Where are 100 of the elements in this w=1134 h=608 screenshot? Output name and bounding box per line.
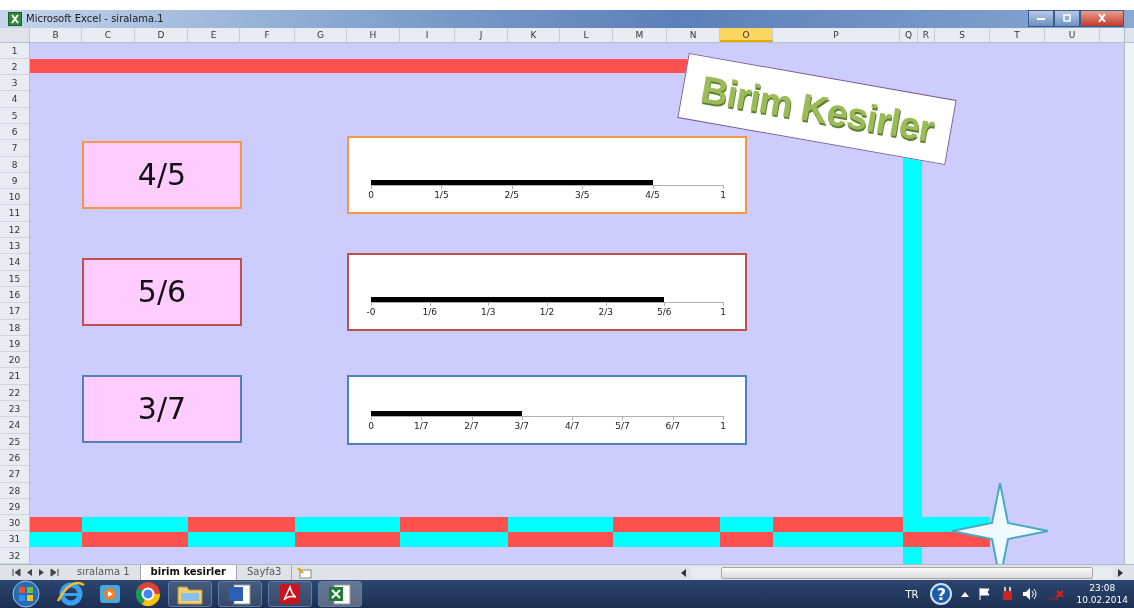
sign-title: Birim Kesirler <box>697 66 937 151</box>
tick-label: 1/7 <box>414 420 429 431</box>
tick-label: 4/5 <box>645 189 660 200</box>
restore-icon <box>1062 14 1072 23</box>
spreadsheet-button[interactable] <box>318 581 362 607</box>
row-header[interactable]: 11 <box>0 205 29 222</box>
column-header[interactable]: B <box>30 27 82 42</box>
row-header[interactable]: 18 <box>0 319 29 336</box>
row-header[interactable]: 21 <box>0 368 29 385</box>
row-header[interactable]: 19 <box>0 335 29 353</box>
tick-label: 1/5 <box>434 189 449 200</box>
row-header[interactable]: 6 <box>0 124 29 141</box>
column-header[interactable]: C <box>82 27 135 42</box>
folder-button[interactable] <box>168 581 212 607</box>
help-button[interactable]: ? <box>930 583 953 605</box>
tick-label: 2/5 <box>504 189 520 200</box>
column-header[interactable]: U <box>1045 27 1100 42</box>
column-header[interactable]: D <box>135 27 188 42</box>
row-header[interactable]: 30 <box>0 515 29 532</box>
row-header[interactable]: 20 <box>0 352 29 369</box>
row-header[interactable]: 7 <box>0 140 29 157</box>
scroll-left-icon[interactable] <box>680 567 688 578</box>
tick-label: 0 <box>368 420 374 431</box>
spreadsheet-icon <box>328 583 352 605</box>
tick-label: 5/6 <box>657 306 672 317</box>
row-header[interactable]: 2 <box>0 58 29 76</box>
word-button[interactable] <box>218 581 262 607</box>
clock-time[interactable]: 23:08 <box>1089 582 1116 594</box>
power-icon[interactable] <box>1000 586 1015 602</box>
tick-label: 1/2 <box>539 306 555 317</box>
column-header[interactable]: F <box>240 27 295 42</box>
folder-icon <box>177 583 203 605</box>
row-header[interactable]: 13 <box>0 238 29 255</box>
column-header[interactable]: K <box>508 27 560 42</box>
row-header[interactable]: 10 <box>0 189 29 206</box>
pdf-button[interactable] <box>268 581 312 607</box>
tick-label: 5/7 <box>615 420 630 431</box>
row-header[interactable]: 25 <box>0 433 29 450</box>
column-header[interactable]: Q <box>900 27 918 42</box>
previous-sheet-icon[interactable] <box>26 568 33 577</box>
tick-label: 1/3 <box>481 306 496 317</box>
fraction-card: 4/5 <box>82 140 242 209</box>
column-header[interactable]: L <box>560 27 613 42</box>
column-header[interactable]: J <box>455 27 508 42</box>
row-header[interactable]: 12 <box>0 221 29 239</box>
tick-label: 3/7 <box>514 420 530 431</box>
clock-date[interactable]: 10.02.2014 <box>1076 594 1128 606</box>
wheel-browser-icon[interactable] <box>134 580 162 608</box>
fraction-card: 3/7 <box>82 374 242 443</box>
row-header[interactable]: 22 <box>0 384 29 402</box>
show-hidden-icons[interactable] <box>960 590 971 598</box>
volume-icon[interactable] <box>1022 587 1039 601</box>
sheet-tab[interactable]: birim kesirler <box>140 565 237 580</box>
column-header[interactable]: R <box>918 27 935 42</box>
tick-label: 2/3 <box>598 306 613 317</box>
row-header[interactable]: 9 <box>0 172 29 190</box>
row-header[interactable]: 16 <box>0 286 29 304</box>
column-header[interactable]: S <box>935 27 990 42</box>
column-header[interactable]: I <box>400 27 455 42</box>
last-sheet-icon[interactable] <box>50 568 59 577</box>
row-header[interactable]: 31 <box>0 531 29 548</box>
row-header[interactable]: 24 <box>0 417 29 434</box>
row-header[interactable]: 27 <box>0 466 29 483</box>
column-header[interactable]: H <box>347 27 400 42</box>
flag-icon[interactable] <box>978 587 993 601</box>
language-indicator[interactable]: TR <box>905 588 919 600</box>
row-header[interactable]: 4 <box>0 91 29 108</box>
column-header[interactable]: P <box>773 27 900 42</box>
column-header[interactable]: E <box>188 27 240 42</box>
row-header[interactable]: 8 <box>0 156 29 173</box>
scrollbar-thumb[interactable] <box>721 566 1093 579</box>
tick-label: 2/7 <box>464 420 479 431</box>
row-header[interactable]: 14 <box>0 254 29 271</box>
scroll-right-icon[interactable] <box>1116 567 1124 578</box>
first-sheet-icon[interactable] <box>12 568 21 577</box>
media-player-icon[interactable] <box>98 582 122 606</box>
column-header[interactable]: M <box>613 27 667 42</box>
row-header[interactable]: 15 <box>0 270 29 287</box>
network-icon[interactable] <box>1046 587 1065 601</box>
tick-label: 1 <box>720 189 726 200</box>
window-title: Microsoft Excel - siralama.1 <box>26 13 164 25</box>
document-icon <box>228 583 252 605</box>
row-header[interactable]: 29 <box>0 498 29 516</box>
row-header[interactable]: 3 <box>0 75 29 92</box>
spreadsheet-icon <box>8 11 22 26</box>
tick-label: 4/7 <box>564 420 580 431</box>
row-header[interactable]: 28 <box>0 482 29 499</box>
column-header[interactable]: G <box>295 27 347 42</box>
browser-icon[interactable] <box>56 581 86 607</box>
next-sheet-icon[interactable] <box>38 568 45 577</box>
tick-label: 3/5 <box>574 189 590 200</box>
split-handle[interactable] <box>1124 27 1134 42</box>
row-header[interactable]: 1 <box>0 42 29 59</box>
row-header[interactable]: 17 <box>0 303 29 320</box>
vertical-scrollbar[interactable] <box>1124 42 1134 564</box>
row-header[interactable]: 5 <box>0 107 29 124</box>
row-header[interactable]: 26 <box>0 449 29 467</box>
row-header[interactable]: 23 <box>0 401 29 418</box>
tick-label: 1 <box>720 306 726 317</box>
column-header[interactable]: T <box>990 27 1045 42</box>
